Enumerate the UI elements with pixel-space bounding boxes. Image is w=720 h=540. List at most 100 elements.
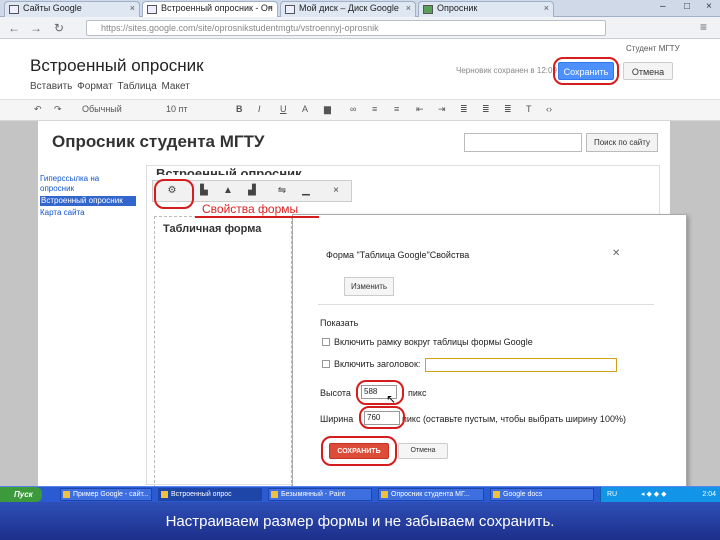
sidebar-item-hyperlink-cont[interactable]: опросник <box>40 184 74 194</box>
site-search-button[interactable]: Поиск по сайту <box>586 133 658 152</box>
app-icon <box>493 491 500 498</box>
font-size-select[interactable]: 10 пт <box>166 104 188 114</box>
taskbar-item-label: Пример Google - сайт... <box>73 491 149 498</box>
numbered-list-icon[interactable]: ≡ <box>372 104 377 114</box>
underline-icon[interactable]: U <box>280 104 287 114</box>
change-button[interactable]: Изменить <box>344 277 394 296</box>
reload-icon[interactable]: ↻ <box>54 21 64 35</box>
html-icon[interactable]: ‹› <box>546 104 552 114</box>
cancel-button[interactable]: Отмена <box>623 62 673 80</box>
taskbar-item[interactable]: Пример Google - сайт... <box>60 488 152 501</box>
indent-less-icon[interactable]: ⇤ <box>416 104 424 115</box>
indent-more-icon[interactable]: ⇥ <box>438 104 446 115</box>
close-icon[interactable]: × <box>544 3 549 13</box>
tab-sites-google[interactable]: Сайты Google × <box>4 1 140 17</box>
taskbar-item[interactable]: Google docs <box>490 488 594 501</box>
taskbar-item[interactable]: Безымянный - Paint <box>268 488 372 501</box>
embed-title: Табличная форма <box>163 223 262 235</box>
dialog-title: Форма "Таблица Google"Свойства <box>326 250 470 260</box>
height-unit: пикс <box>408 388 427 398</box>
dialog-cancel-button[interactable]: Отмена <box>398 443 448 459</box>
align-right-icon[interactable]: ≣ <box>504 104 512 115</box>
tab-label: Сайты Google <box>23 3 82 13</box>
editor-menu: Вставить Формат Таблица Макет <box>30 81 190 92</box>
sites-favicon-icon <box>9 5 19 14</box>
title-input[interactable] <box>425 358 617 372</box>
language-icon[interactable]: RU <box>607 487 617 502</box>
close-icon[interactable]: × <box>406 3 411 13</box>
page-favicon-icon <box>147 5 157 14</box>
content-title: Встроенный опросник <box>156 166 302 175</box>
forward-icon[interactable]: → <box>30 21 42 35</box>
bulleted-list-icon[interactable]: ≡ <box>394 104 399 114</box>
align-right-gadget-icon[interactable]: ▟ <box>245 184 259 198</box>
format-toolbar: ↶ ↷ Обычный 10 пт B I U A ▆ ∞ ≡ ≡ ⇤ ⇥ ≣ … <box>0 99 720 121</box>
height-highlight-ring <box>356 380 404 405</box>
menu-insert[interactable]: Вставить <box>30 81 72 92</box>
taskbar-item-label: Безымянный - Paint <box>281 491 346 498</box>
embedded-form-placeholder[interactable] <box>154 216 292 488</box>
sidebar-item-sitemap[interactable]: Карта сайта <box>40 208 85 218</box>
site-search-input[interactable] <box>464 133 582 152</box>
align-center-icon[interactable]: ≣ <box>482 104 490 115</box>
sidebar-item-hyperlink[interactable]: Гиперссылка на <box>40 174 99 184</box>
width-label: Ширина <box>320 414 354 424</box>
italic-icon[interactable]: I <box>258 104 261 114</box>
close-icon[interactable]: × <box>268 3 273 13</box>
wrap-on-icon[interactable]: ⇋ <box>275 184 289 198</box>
minimize-icon[interactable]: – <box>660 1 666 12</box>
sidebar-item-embedded[interactable]: Встроенный опросник <box>40 196 136 206</box>
app-icon <box>381 491 388 498</box>
width-unit: пикс (оставьте пустым, чтобы выбрать шир… <box>402 414 626 424</box>
menu-layout[interactable]: Макет <box>161 81 189 92</box>
border-option-label: Включить рамку вокруг таблицы формы Goog… <box>334 337 533 347</box>
taskbar-item[interactable]: Встроенный опрос <box>158 488 262 501</box>
paragraph-style-select[interactable]: Обычный <box>82 104 122 114</box>
url-field[interactable]: https://sites.google.com/site/oprosnikst… <box>86 20 606 36</box>
tab-label: Встроенный опросник - Оп <box>161 3 273 13</box>
tab-survey[interactable]: Опросник × <box>418 1 554 17</box>
close-icon[interactable]: × <box>130 3 135 13</box>
window-close-icon[interactable]: × <box>706 1 712 12</box>
align-center-gadget-icon[interactable]: ▲ <box>221 184 235 198</box>
annotation-underline <box>195 216 319 218</box>
tab-embedded-survey[interactable]: Встроенный опросник - Оп × <box>142 1 278 18</box>
tab-label: Опросник <box>437 3 478 13</box>
link-icon[interactable]: ∞ <box>350 104 356 114</box>
redo-icon[interactable]: ↷ <box>54 104 62 115</box>
drive-favicon-icon <box>285 5 295 14</box>
maximize-icon[interactable]: □ <box>684 1 690 12</box>
page-title: Встроенный опросник <box>30 56 204 75</box>
clear-format-icon[interactable]: T <box>526 104 532 114</box>
tab-google-drive[interactable]: Мой диск – Диск Google × <box>280 1 416 17</box>
height-label: Высота <box>320 388 351 398</box>
bold-icon[interactable]: B <box>236 104 243 114</box>
gear-highlight-ring <box>154 179 194 209</box>
align-left-gadget-icon[interactable]: ▙ <box>197 184 211 198</box>
title-checkbox[interactable] <box>322 360 330 368</box>
slide-caption: Настраиваем размер формы и не забываем с… <box>165 513 555 530</box>
address-bar: ← → ↻ https://sites.google.com/site/opro… <box>0 17 720 39</box>
sheets-favicon-icon <box>423 5 433 14</box>
user-name[interactable]: Студент МГТУ <box>626 44 680 53</box>
taskbar-item-label: Встроенный опрос <box>171 491 232 498</box>
remove-icon[interactable]: × <box>329 184 343 198</box>
title-option-label: Включить заголовок: <box>334 359 421 369</box>
menu-format[interactable]: Формат <box>77 81 113 92</box>
menu-table[interactable]: Таблица <box>117 81 156 92</box>
highlight-icon[interactable]: ▆ <box>324 104 331 115</box>
menu-icon[interactable]: ≡ <box>700 20 707 34</box>
undo-icon[interactable]: ↶ <box>34 104 42 115</box>
close-icon[interactable]: ✕ <box>612 248 620 259</box>
taskbar-item[interactable]: Опросник студента МГ... <box>378 488 484 501</box>
start-button[interactable]: Пуск <box>0 487 42 502</box>
back-icon[interactable]: ← <box>8 21 20 35</box>
wrap-off-icon[interactable]: ▁ <box>299 184 313 198</box>
tab-label: Мой диск – Диск Google <box>299 3 399 13</box>
tray-icons[interactable]: ◂ ◆ ◆ ◆ <box>641 487 667 502</box>
text-color-icon[interactable]: A <box>302 104 308 114</box>
save-highlight-ring <box>553 57 619 85</box>
clock: 2:04 <box>702 491 716 498</box>
border-checkbox[interactable] <box>322 338 330 346</box>
align-left-icon[interactable]: ≣ <box>460 104 468 115</box>
